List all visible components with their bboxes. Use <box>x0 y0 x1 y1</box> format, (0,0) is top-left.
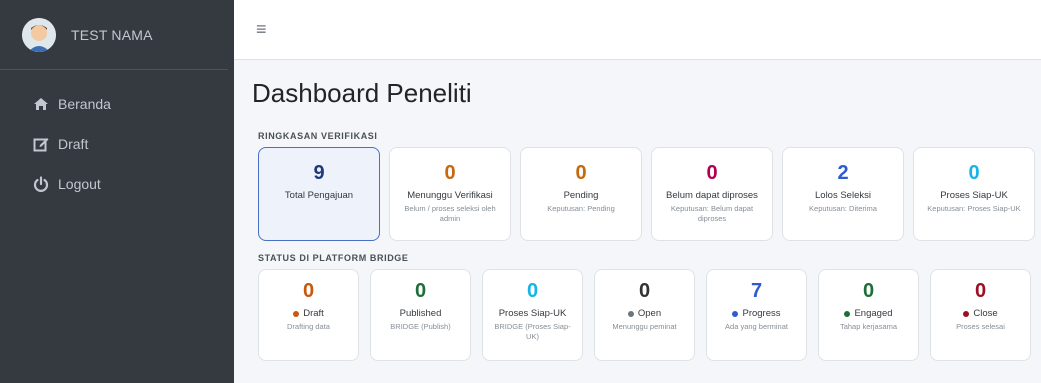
card-label: Proses Siap-UK <box>483 308 582 319</box>
verification-cards: 9 Total Pengajuan 0 Menunggu Verifikasi … <box>258 147 1041 241</box>
card-lolos-seleksi[interactable]: 2 Lolos Seleksi Keputusan: Diterima <box>782 147 904 241</box>
sidebar-item-label: Beranda <box>58 96 111 112</box>
card-label: Total Pengajuan <box>284 190 354 201</box>
bridge-section-label: STATUS DI PLATFORM BRIDGE <box>258 253 409 263</box>
card-value: 0 <box>575 162 587 184</box>
card-value: 0 <box>526 280 539 302</box>
card-subtitle: Ada yang berminat <box>725 322 788 331</box>
verification-section-label: RINGKASAN VERIFIKASI <box>258 131 378 141</box>
edit-icon <box>32 135 50 153</box>
card-bridge-proses-siap-uk[interactable]: 0 Proses Siap-UK BRIDGE (Proses Siap-UK) <box>482 269 583 361</box>
card-subtitle: Menunggu peminat <box>612 322 677 331</box>
card-bridge-draft[interactable]: 0 Draft Drafting data <box>258 269 359 361</box>
card-label-text: Published <box>399 308 442 319</box>
card-label: Progress <box>707 308 806 319</box>
card-subtitle: Keputusan: Belum dapat diproses <box>670 204 754 223</box>
card-label: Belum dapat diproses <box>666 190 758 201</box>
power-icon <box>32 175 50 193</box>
card-value: 0 <box>862 280 875 302</box>
card-subtitle: BRIDGE (Publish) <box>390 322 451 331</box>
card-subtitle: Belum / proses seleksi oleh admin <box>404 204 496 223</box>
card-bridge-progress[interactable]: 7 Progress Ada yang berminat <box>706 269 807 361</box>
card-menunggu-verifikasi[interactable]: 0 Menunggu Verifikasi Belum / proses sel… <box>389 147 511 241</box>
card-label: Engaged <box>819 308 918 319</box>
card-label: Pending <box>563 190 599 201</box>
sidebar-item-draft[interactable]: Draft <box>0 124 234 164</box>
card-label: Published <box>371 308 470 319</box>
card-value: 9 <box>313 162 325 184</box>
card-value: 0 <box>302 280 315 302</box>
card-subtitle: BRIDGE (Proses Siap-UK) <box>494 322 571 341</box>
status-dot <box>844 310 851 317</box>
card-value: 2 <box>837 162 849 184</box>
card-subtitle: Keputusan: Diterima <box>809 204 877 213</box>
card-pending[interactable]: 0 Pending Keputusan: Pending <box>520 147 642 241</box>
card-label: Close <box>931 308 1030 319</box>
card-value: 0 <box>968 162 980 184</box>
card-label-text: Engaged <box>854 308 893 319</box>
status-dot <box>627 310 634 317</box>
card-value: 0 <box>706 162 718 184</box>
card-subtitle: Drafting data <box>287 322 330 331</box>
card-label: Lolos Seleksi <box>815 190 871 201</box>
card-label: Draft <box>259 308 358 319</box>
card-label-text: Open <box>637 308 662 319</box>
home-icon <box>32 95 50 113</box>
card-label: Menunggu Verifikasi <box>407 190 493 201</box>
card-value: 0 <box>974 280 987 302</box>
card-value: 0 <box>638 280 651 302</box>
card-label-text: Proses Siap-UK <box>498 308 567 319</box>
card-label: Open <box>595 308 694 319</box>
card-label-text: Draft <box>303 308 324 319</box>
card-subtitle: Tahap kerjasama <box>839 322 898 331</box>
user-panel[interactable]: TEST NAMA <box>0 0 228 70</box>
card-value: 0 <box>444 162 456 184</box>
status-dot <box>963 310 970 317</box>
user-avatar-icon <box>22 17 56 52</box>
sidebar-item-beranda[interactable]: Beranda <box>0 84 234 124</box>
card-subtitle: Keputusan: Proses Siap-UK <box>927 204 1021 213</box>
top-navbar: ≡ <box>234 0 1041 60</box>
card-value: 0 <box>414 280 427 302</box>
page-title: Dashboard Peneliti <box>252 78 472 108</box>
card-label: Proses Siap-UK <box>940 190 1008 201</box>
status-dot <box>732 310 739 317</box>
card-label-text: Progress <box>742 308 781 319</box>
user-name: TEST NAMA <box>71 26 153 43</box>
bridge-cards: 0 Draft Drafting data 0 Published BRIDGE… <box>258 269 1041 361</box>
card-bridge-published[interactable]: 0 Published BRIDGE (Publish) <box>370 269 471 361</box>
sidebar: TEST NAMA Beranda Draft Logout <box>0 0 234 383</box>
card-proses-siap-uk[interactable]: 0 Proses Siap-UK Keputusan: Proses Siap-… <box>913 147 1035 241</box>
status-dot <box>293 310 300 317</box>
main-content: Dashboard Peneliti RINGKASAN VERIFIKASI … <box>234 60 1041 383</box>
card-total-pengajuan[interactable]: 9 Total Pengajuan <box>258 147 380 241</box>
card-bridge-close[interactable]: 0 Close Proses selesai <box>930 269 1031 361</box>
card-bridge-engaged[interactable]: 0 Engaged Tahap kerjasama <box>818 269 919 361</box>
menu-icon[interactable]: ≡ <box>256 19 267 40</box>
sidebar-nav: Beranda Draft Logout <box>0 70 234 204</box>
sidebar-item-logout[interactable]: Logout <box>0 164 234 204</box>
card-subtitle: Proses selesai <box>956 322 1005 331</box>
sidebar-item-label: Logout <box>58 176 101 192</box>
sidebar-item-label: Draft <box>58 136 89 152</box>
card-belum-dapat-diproses[interactable]: 0 Belum dapat diproses Keputusan: Belum … <box>651 147 773 241</box>
card-label-text: Close <box>973 308 998 319</box>
card-bridge-open[interactable]: 0 Open Menunggu peminat <box>594 269 695 361</box>
card-subtitle: Keputusan: Pending <box>547 204 615 213</box>
card-value: 7 <box>750 280 763 302</box>
